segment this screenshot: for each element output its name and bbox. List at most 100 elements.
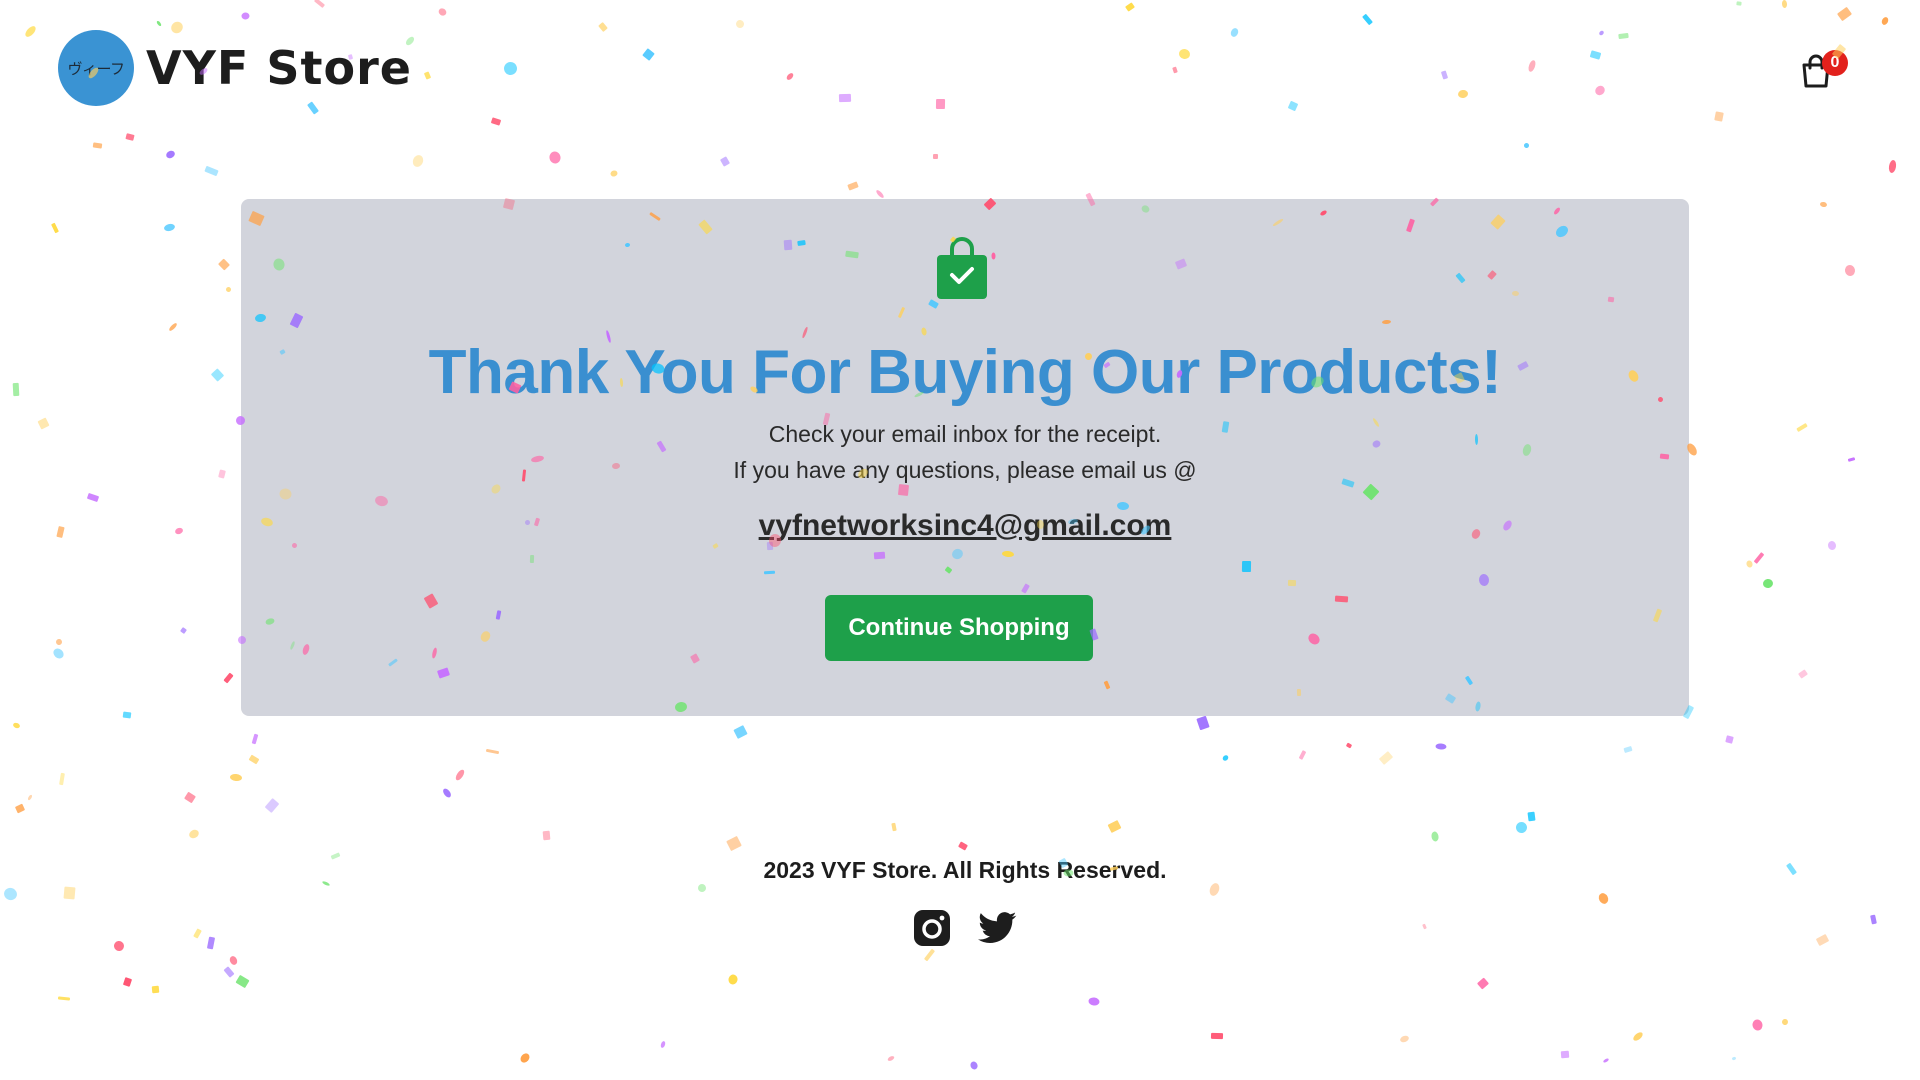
confetti-piece: [1210, 1032, 1224, 1040]
confetti-piece: [225, 286, 232, 293]
confetti-piece: [193, 928, 202, 939]
success-page: ヴィーフ VYF Store 0 Thank You For Buying Ou…: [0, 0, 1920, 1080]
confetti-piece: [86, 492, 100, 503]
confetti-piece: [1107, 819, 1122, 834]
receipt-message: Check your email inbox for the receipt.: [768, 421, 1162, 447]
confetti-piece: [726, 835, 742, 852]
confetti-piece: [1430, 830, 1440, 843]
confetti-piece: [923, 948, 936, 962]
confetti-piece: [1399, 1034, 1410, 1044]
confetti-piece: [92, 142, 103, 149]
confetti-piece: [151, 985, 160, 994]
confetti-piece: [1798, 669, 1808, 679]
confetti-piece: [1745, 559, 1754, 569]
confetti-piece: [206, 936, 216, 950]
confetti-piece: [204, 165, 219, 177]
confetti-piece: [1731, 1056, 1737, 1061]
confetti-piece: [1751, 1018, 1764, 1032]
confetti-piece: [218, 469, 226, 479]
confetti-piece: [1631, 1030, 1645, 1043]
confetti-piece: [454, 768, 466, 782]
confetti-piece: [847, 181, 859, 191]
continue-shopping-button[interactable]: Continue Shopping: [825, 595, 1093, 661]
confetti-piece: [51, 222, 59, 234]
confetti-piece: [2, 886, 19, 902]
confetti-piece: [1888, 159, 1897, 174]
confetti-piece: [1088, 996, 1100, 1007]
confetti-piece: [37, 417, 50, 430]
social-links: [912, 908, 1018, 948]
confetti-piece: [122, 711, 132, 719]
confetti-piece: [1596, 891, 1611, 906]
confetti-piece: [217, 258, 231, 271]
confetti-piece: [1819, 201, 1828, 208]
instagram-icon[interactable]: [912, 908, 952, 948]
confetti-piece: [548, 150, 562, 165]
confetti-piece: [1827, 540, 1837, 551]
confetti-piece: [1514, 820, 1529, 835]
confetti-piece: [163, 222, 176, 233]
confetti-piece: [228, 954, 239, 967]
confetti-piece: [229, 773, 243, 782]
cart-button[interactable]: 0: [1800, 50, 1848, 92]
confetti-piece: [1476, 977, 1490, 990]
confetti-piece: [51, 646, 66, 661]
confetti-piece: [251, 733, 259, 745]
success-card: Thank You For Buying Our Products! Check…: [241, 199, 1689, 716]
confetti-piece: [54, 637, 64, 647]
confetti-piece: [223, 672, 234, 684]
confetti-piece: [891, 822, 897, 832]
brand-link[interactable]: ヴィーフ VYF Store: [58, 30, 412, 106]
confetti-piece: [958, 841, 968, 851]
confetti-piece: [235, 974, 250, 989]
footer-copyright: 2023 VYF Store. All Rights Reserved.: [763, 857, 1167, 883]
confetti-piece: [697, 883, 707, 893]
confetti-piece: [886, 1055, 896, 1062]
shopping-bag-check-icon: [937, 237, 987, 299]
confetti-piece: [1422, 923, 1427, 930]
confetti-piece: [223, 966, 235, 978]
brand-name: VYF Store: [146, 41, 412, 95]
confetti-piece: [1870, 914, 1877, 925]
cart-count-badge: 0: [1822, 50, 1848, 76]
confetti-piece: [1844, 264, 1856, 277]
confetti-piece: [1847, 457, 1856, 462]
confetti-piece: [1221, 754, 1230, 762]
confetti-piece: [12, 382, 20, 397]
confetti-piece: [1527, 811, 1536, 822]
confetti-piece: [187, 828, 201, 840]
confetti-piece: [1435, 743, 1447, 750]
confetti-piece: [1602, 1057, 1610, 1064]
confetti-piece: [14, 803, 26, 814]
confetti-piece: [1762, 578, 1774, 589]
confetti-piece: [1815, 933, 1830, 947]
confetti-piece: [56, 525, 65, 539]
confetti-piece: [932, 153, 939, 160]
twitter-icon[interactable]: [978, 908, 1018, 948]
confetti-piece: [969, 1060, 979, 1071]
confetti-piece: [1208, 881, 1221, 898]
confetti-piece: [1781, 1018, 1789, 1026]
confetti-piece: [518, 1051, 532, 1065]
page-title: Thank You For Buying Our Products!: [428, 338, 1502, 407]
brand-logo: ヴィーフ: [58, 30, 134, 106]
confetti-piece: [727, 973, 739, 986]
confetti-piece: [609, 169, 619, 178]
confetti-piece: [248, 754, 260, 765]
confetti-piece: [27, 794, 33, 801]
confetti-piece: [168, 322, 178, 332]
support-email-link[interactable]: vyfnetworksinc4@gmail.com: [241, 509, 1689, 543]
confetti-piece: [174, 526, 184, 536]
confetti-piece: [875, 188, 885, 200]
confetti-piece: [1796, 422, 1808, 433]
confetti-piece: [164, 149, 177, 160]
confetti-piece: [719, 156, 731, 167]
confetti-piece: [179, 626, 188, 635]
navbar: ヴィーフ VYF Store 0: [0, 0, 1920, 140]
confetti-piece: [1378, 751, 1394, 765]
confetti-piece: [63, 886, 76, 900]
confetti-piece: [441, 787, 453, 799]
contact-message: If you have any questions, please email …: [733, 457, 1197, 483]
confetti-piece: [1560, 1050, 1570, 1059]
confetti-piece: [1196, 715, 1210, 731]
